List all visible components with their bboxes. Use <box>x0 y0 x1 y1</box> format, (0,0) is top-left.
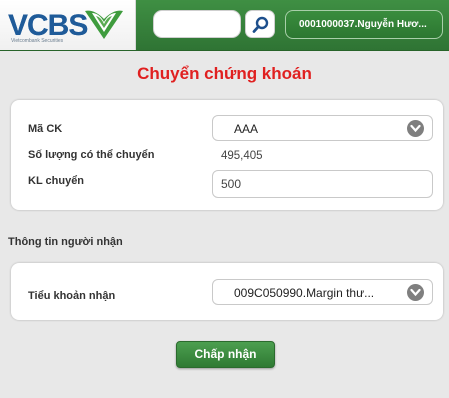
logo-mark-icon <box>85 10 123 39</box>
recipient-card: Tiểu khoản nhận 009C050990.Margin thư... <box>11 263 443 320</box>
sub-account-label: Tiểu khoản nhận <box>28 290 116 302</box>
stock-code-select[interactable]: AAA <box>212 115 433 141</box>
top-bar: VCBS Vietcombank Securities 0001000037.N… <box>0 0 449 51</box>
accept-button[interactable]: Chấp nhận <box>176 341 275 368</box>
logo-subtext: Vietcombank Securities <box>11 38 64 44</box>
transfer-form-card: Mã CK AAA Số lượng có thể chuyển 495,405… <box>11 100 443 210</box>
account-button[interactable]: 0001000037.Nguyễn Hươ... <box>285 10 443 39</box>
available-qty-value: 495,405 <box>221 150 263 162</box>
sub-account-value: 009C050990.Margin thư... <box>234 286 375 300</box>
chevron-down-icon <box>407 284 424 301</box>
sub-account-select[interactable]: 009C050990.Margin thư... <box>212 279 433 305</box>
transfer-qty-label: KL chuyển <box>28 175 85 187</box>
stock-code-value: AAA <box>234 122 259 136</box>
page-title: Chuyển chứng khoán <box>137 64 312 83</box>
search-icon <box>252 16 269 33</box>
chevron-down-icon <box>407 120 424 137</box>
available-qty-label: Số lượng có thể chuyển <box>28 149 155 161</box>
transfer-qty-input[interactable] <box>212 170 433 198</box>
search-button[interactable] <box>245 10 275 38</box>
recipient-section-title: Thông tin người nhận <box>8 236 123 248</box>
stock-code-label: Mã CK <box>28 123 63 135</box>
vcbs-logo[interactable]: VCBS Vietcombank Securities <box>0 0 136 50</box>
search-input[interactable] <box>153 10 241 38</box>
